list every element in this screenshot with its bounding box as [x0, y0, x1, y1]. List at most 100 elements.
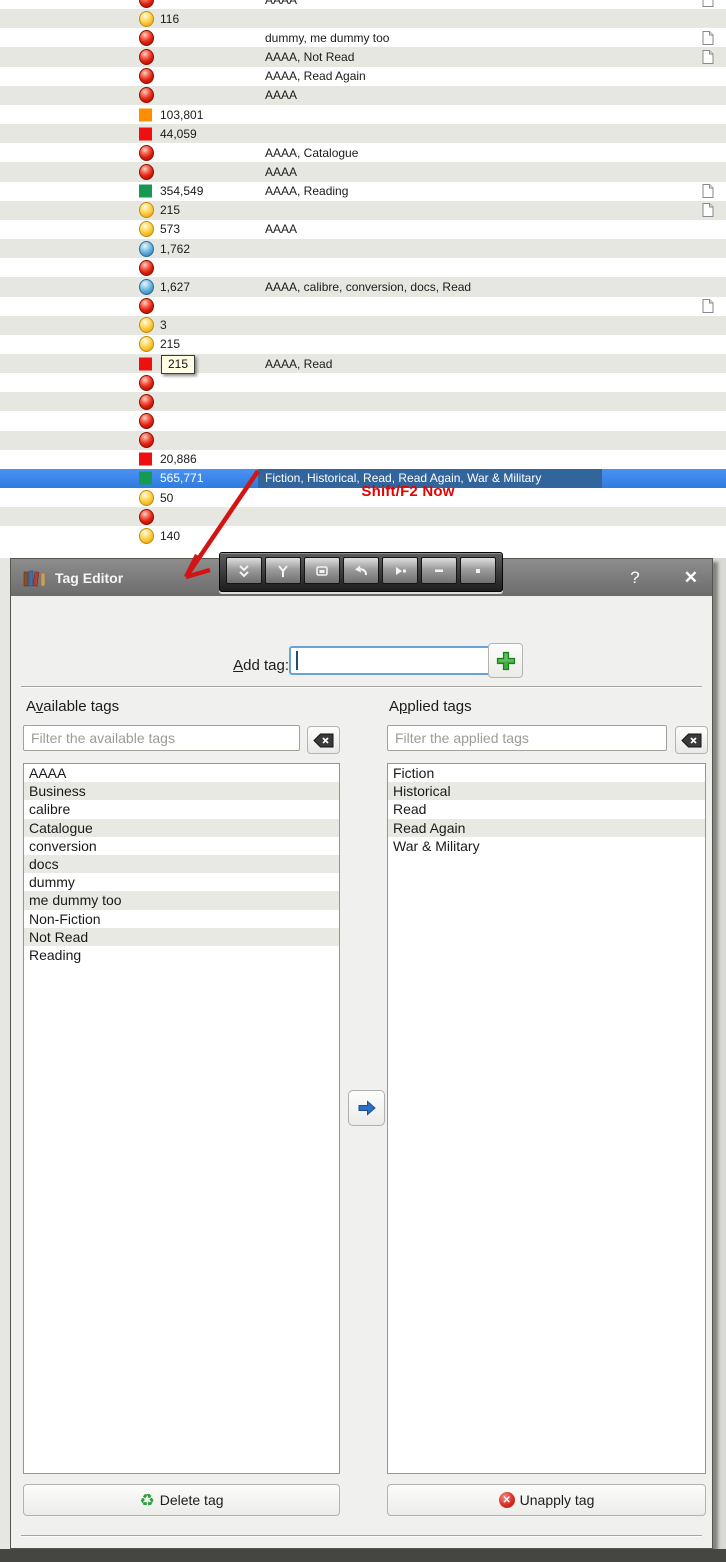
- apply-tag-button[interactable]: [348, 1090, 385, 1126]
- list-item[interactable]: Fiction: [388, 764, 705, 782]
- table-row[interactable]: 103,801: [0, 104, 726, 125]
- table-row[interactable]: 116: [0, 9, 726, 29]
- table-row[interactable]: 573 AAAA: [0, 219, 726, 240]
- clear-available-filter-button[interactable]: [307, 726, 340, 754]
- status-icon: [139, 452, 152, 466]
- table-row[interactable]: [0, 411, 726, 431]
- table-row[interactable]: AAAA, Catalogue: [0, 143, 726, 163]
- word-count: 44,059: [160, 126, 197, 141]
- status-icon: [139, 413, 154, 430]
- undo-icon[interactable]: [343, 557, 379, 584]
- table-row[interactable]: [0, 296, 726, 316]
- word-count: 140: [160, 528, 181, 543]
- table-row[interactable]: 140: [0, 526, 726, 546]
- word-count: 103,801: [160, 107, 204, 122]
- unapply-tag-label: Unapply tag: [519, 1492, 595, 1508]
- table-row[interactable]: 44,059: [0, 124, 726, 144]
- screen: AAAA 116 dummy, me dummy too AAAA, Not Read…: [0, 0, 726, 1562]
- table-row[interactable]: AAAA: [0, 162, 726, 182]
- document-icon: [702, 50, 714, 65]
- table-row[interactable]: AAAA: [0, 0, 726, 10]
- status-icon: [139, 221, 154, 238]
- status-icon: [139, 87, 154, 104]
- list-item[interactable]: Not Read: [24, 927, 339, 946]
- list-item[interactable]: Read Again: [388, 818, 705, 837]
- available-tags-list[interactable]: AAAA Business calibre Catalogue conversion do…: [23, 763, 340, 1474]
- list-item[interactable]: Non-Fiction: [24, 910, 339, 928]
- add-tag-input[interactable]: [289, 646, 491, 675]
- tags-cell: dummy, me dummy too: [265, 30, 390, 45]
- available-filter-input[interactable]: [23, 725, 300, 751]
- tags-cell: AAAA, Reading: [265, 184, 349, 199]
- status-icon: [139, 127, 152, 141]
- list-item[interactable]: dummy: [24, 873, 339, 891]
- table-row[interactable]: 215: [0, 334, 726, 354]
- list-item[interactable]: Historical: [388, 782, 705, 801]
- capture-icon[interactable]: [382, 557, 418, 584]
- minimize-icon[interactable]: [421, 557, 457, 584]
- clear-applied-filter-button[interactable]: [675, 726, 708, 754]
- tags-cell: AAAA: [265, 164, 298, 179]
- dialog-body: Add tag: Available tags Applied tags Fil…: [11, 596, 712, 1562]
- delete-tag-button[interactable]: ♻ Delete tag: [23, 1484, 340, 1516]
- status-icon: [139, 10, 154, 27]
- list-item[interactable]: Catalogue: [24, 818, 339, 837]
- tags-cell: AAAA: [265, 0, 297, 7]
- dialog-title: Tag Editor: [55, 569, 124, 586]
- annotation-shift-f2: Shift/F2 Now: [361, 483, 455, 500]
- list-item[interactable]: War & Military: [388, 837, 705, 855]
- list-item[interactable]: me dummy too: [24, 891, 339, 910]
- unapply-tag-button[interactable]: ✕ Unapply tag: [387, 1484, 706, 1516]
- add-tag-button[interactable]: [488, 643, 523, 678]
- tags-cell: AAAA, Read Again: [265, 69, 366, 84]
- table-row[interactable]: [0, 373, 726, 393]
- status-icon: [139, 68, 154, 85]
- dialog-titlebar[interactable]: Tag Editor ? ✕: [11, 552, 712, 596]
- status-icon: [139, 336, 154, 353]
- status-icon: [139, 278, 154, 295]
- applied-tags-list[interactable]: Fiction Historical Read Read Again War & Mil…: [387, 763, 706, 1474]
- table-row[interactable]: [0, 507, 726, 527]
- table-row[interactable]: [0, 430, 726, 450]
- table-row[interactable]: 354,549 AAAA, Reading: [0, 181, 726, 201]
- capture-toolbar: [219, 552, 503, 592]
- applied-tags-label: Applied tags: [389, 698, 472, 715]
- list-item[interactable]: docs: [24, 854, 339, 874]
- restore-icon[interactable]: [460, 557, 496, 584]
- table-row[interactable]: [0, 258, 726, 278]
- status-icon: [139, 374, 154, 391]
- expand-icon[interactable]: [226, 557, 262, 584]
- close-button[interactable]: ✕: [684, 568, 698, 588]
- list-item[interactable]: conversion: [24, 837, 339, 855]
- table-row[interactable]: AAAA, Not Read: [0, 47, 726, 67]
- table-row[interactable]: [0, 392, 726, 412]
- status-icon: [139, 163, 154, 180]
- list-item[interactable]: calibre: [24, 800, 339, 818]
- applied-filter-input[interactable]: [387, 725, 667, 751]
- table-row[interactable]: 1,627 AAAA, calibre, conversion, docs, Re…: [0, 277, 726, 297]
- list-item[interactable]: AAAA: [24, 764, 339, 782]
- table-row[interactable]: 3: [0, 315, 726, 335]
- list-item[interactable]: Read: [388, 800, 705, 818]
- status-icon: [139, 527, 154, 544]
- table-row[interactable]: 20,886: [0, 449, 726, 469]
- tags-cell: AAAA, Not Read: [265, 50, 355, 65]
- list-item[interactable]: Business: [24, 782, 339, 801]
- document-icon: [702, 203, 714, 218]
- table-row[interactable]: dummy, me dummy too: [0, 28, 726, 48]
- table-row[interactable]: 1,762: [0, 239, 726, 259]
- table-row[interactable]: 1AAAA, Read: [0, 353, 726, 374]
- background-right-strip: [713, 558, 726, 1562]
- table-row[interactable]: AAAA, Read Again: [0, 66, 726, 86]
- table-row[interactable]: AAAA: [0, 85, 726, 105]
- status-icon: [139, 259, 154, 276]
- wrench-icon[interactable]: [265, 557, 301, 584]
- help-button[interactable]: ?: [630, 568, 639, 588]
- arrow-right-icon: [358, 1100, 376, 1116]
- word-count: 215: [160, 337, 181, 352]
- table-row[interactable]: 215: [0, 200, 726, 220]
- delete-tag-label: Delete tag: [159, 1492, 224, 1508]
- list-item[interactable]: Reading: [24, 946, 339, 964]
- status-icon: [139, 144, 154, 161]
- window-icon[interactable]: [304, 557, 340, 584]
